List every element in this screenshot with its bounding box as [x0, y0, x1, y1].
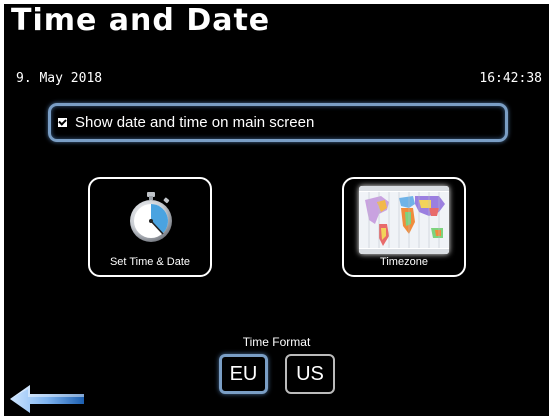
- page-title: Time and Date: [11, 4, 271, 38]
- timezone-label: Timezone: [380, 256, 428, 268]
- time-format-eu-button[interactable]: EU: [219, 354, 268, 394]
- checkbox-checked-icon[interactable]: [58, 117, 67, 127]
- current-time: 16:42:38: [479, 71, 542, 86]
- stopwatch-icon: [130, 192, 172, 242]
- set-time-date-label: Set Time & Date: [109, 256, 191, 268]
- show-on-main-screen-toggle[interactable]: Show date and time on main screen: [48, 103, 508, 142]
- set-time-date-button[interactable]: Set Time & Date: [88, 177, 212, 277]
- time-format-us-button[interactable]: US: [285, 354, 335, 394]
- timezone-button[interactable]: Timezone: [342, 177, 466, 277]
- time-format-label: Time Format: [242, 335, 311, 349]
- show-on-main-screen-label: Show date and time on main screen: [75, 114, 315, 131]
- time-date-screen: Time and Date 9. May 2018 16:42:38 Show …: [4, 4, 549, 416]
- back-arrow-icon[interactable]: [8, 382, 86, 416]
- world-map-icon: [359, 186, 449, 254]
- current-date: 9. May 2018: [16, 71, 103, 86]
